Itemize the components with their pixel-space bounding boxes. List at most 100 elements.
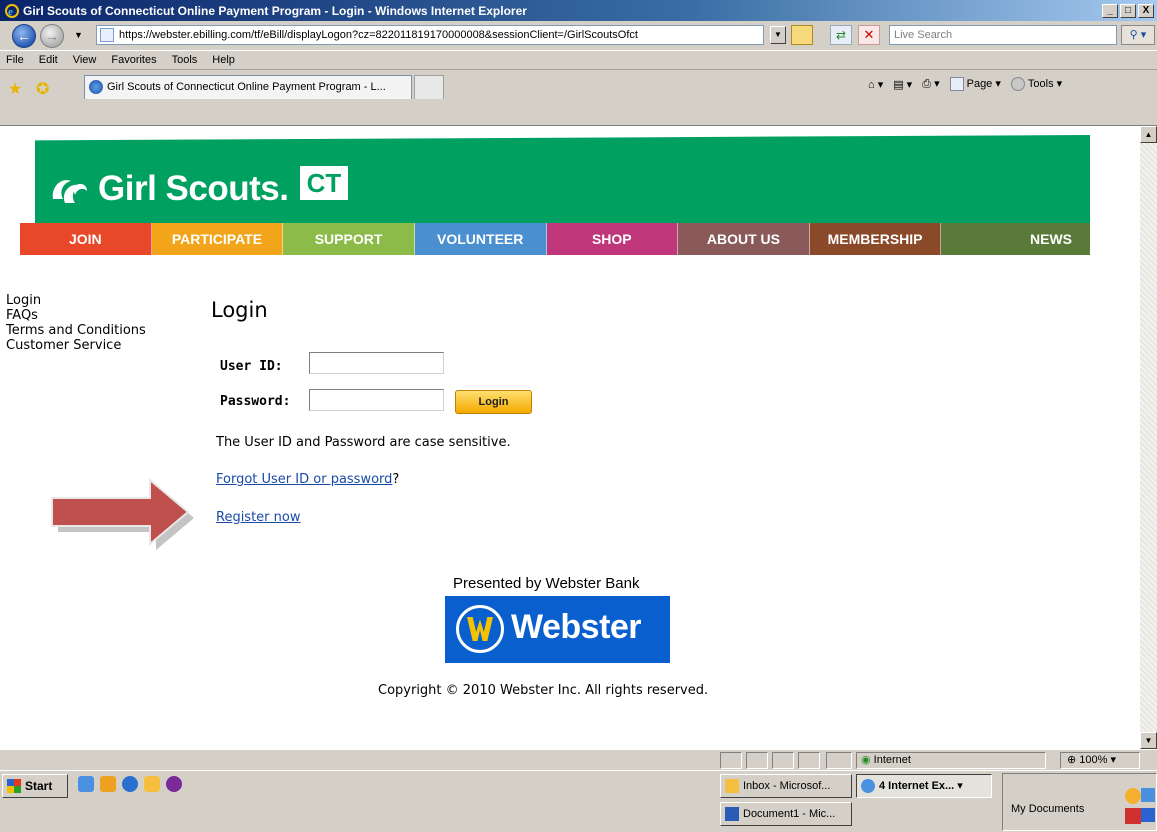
quicklaunch-yahoo-icon[interactable] — [166, 776, 182, 792]
quicklaunch-clock-icon[interactable] — [100, 776, 116, 792]
quicklaunch-outlook-icon[interactable] — [144, 776, 160, 792]
forgot-credentials: Forgot User ID or password? — [216, 472, 400, 487]
gear-icon — [1010, 77, 1025, 92]
tray-icon-2[interactable] — [1141, 788, 1155, 802]
nav-support[interactable]: SUPPORT — [283, 223, 415, 255]
webster-logo: Webster — [445, 596, 670, 663]
page-title: Login — [211, 298, 268, 322]
nav-shop[interactable]: SHOP — [546, 223, 679, 255]
quicklaunch-ie-icon[interactable] — [78, 776, 94, 792]
task-document1[interactable]: Document1 - Mic... — [720, 802, 852, 826]
security-zone[interactable]: ◉ Internet — [856, 752, 1046, 769]
menu-tools[interactable]: Tools — [172, 54, 198, 66]
user-id-label: User ID: — [220, 359, 283, 374]
task-internet-explorer[interactable]: 4 Internet Ex... ▾ — [856, 774, 992, 798]
forgot-credentials-link[interactable]: Forgot User ID or password — [216, 472, 392, 487]
address-dropdown-icon[interactable]: ▼ — [770, 26, 786, 44]
forward-arrow-icon: → — [45, 28, 59, 44]
status-segment — [772, 752, 794, 769]
taskbar: Start Inbox - Microsof... 4 Internet Ex.… — [0, 770, 1157, 832]
address-text: https://webster.ebilling.com/tf/eBill/di… — [119, 29, 638, 41]
windows-flag-icon — [7, 779, 21, 793]
webster-w-icon — [456, 605, 504, 653]
window-title: Girl Scouts of Connecticut Online Paymen… — [23, 3, 527, 18]
svg-text:e: e — [8, 6, 13, 18]
maximize-button[interactable]: □ — [1120, 3, 1136, 18]
tray-icon-3[interactable] — [1125, 808, 1141, 824]
tray-icon-4[interactable] — [1141, 808, 1155, 822]
sidebar-link-terms[interactable]: Terms and Conditions — [6, 323, 146, 338]
start-button[interactable]: Start — [2, 774, 68, 798]
back-button[interactable]: ← — [12, 24, 36, 48]
live-search-input[interactable]: Live Search — [889, 25, 1117, 45]
scroll-down-icon[interactable]: ▼ — [1140, 732, 1157, 749]
scroll-up-icon[interactable]: ▲ — [1140, 126, 1157, 143]
girl-scouts-trefoil-icon — [47, 169, 91, 209]
my-documents-label[interactable]: My Documents — [1011, 803, 1084, 815]
status-segment — [720, 752, 742, 769]
brand-logo-text: Girl Scouts. — [98, 169, 289, 208]
status-bar: ◉ Internet ⊕ 100% ▾ — [0, 749, 1157, 770]
nav-about-us[interactable]: ABOUT US — [678, 223, 810, 255]
globe-icon: ◉ — [861, 754, 871, 766]
sidebar-links: Login FAQs Terms and Conditions Customer… — [6, 293, 146, 353]
zoom-level[interactable]: ⊕ 100% ▾ — [1060, 752, 1140, 769]
zoom-icon: ⊕ — [1067, 754, 1077, 766]
sidebar-link-login[interactable]: Login — [6, 293, 146, 308]
vertical-scrollbar[interactable]: ▲ ▼ — [1140, 126, 1157, 749]
sidebar-link-customer-service[interactable]: Customer Service — [6, 338, 146, 353]
sidebar-link-faqs[interactable]: FAQs — [6, 308, 146, 323]
close-button[interactable]: X — [1138, 3, 1154, 18]
search-icon[interactable]: ⚲ ▾ — [1121, 25, 1155, 45]
brand-ct-badge: CT — [300, 166, 348, 200]
new-tab-button[interactable] — [414, 75, 444, 99]
page-menu[interactable]: Page ▾ — [949, 77, 1001, 92]
red-arrow-annotation — [40, 466, 200, 556]
history-dropdown-icon[interactable]: ▼ — [74, 30, 83, 40]
add-favorite-icon[interactable]: ✪ — [36, 79, 49, 99]
favorites-star-icon[interactable]: ★ — [8, 79, 22, 99]
stop-icon[interactable]: ✕ — [858, 25, 880, 45]
register-now-link[interactable]: Register now — [216, 510, 300, 525]
quick-launch — [78, 776, 182, 792]
nav-volunteer[interactable]: VOLUNTEER — [414, 223, 547, 255]
forward-button[interactable]: → — [40, 24, 64, 48]
window-titlebar[interactable]: e Girl Scouts of Connecticut Online Paym… — [0, 0, 1157, 21]
print-icon[interactable]: ⎙ ▾ — [922, 77, 939, 91]
tools-menu[interactable]: Tools ▾ — [1010, 77, 1062, 92]
home-icon[interactable]: ⌂ ▾ — [868, 78, 883, 91]
ie-icon: e — [4, 3, 20, 19]
password-label: Password: — [220, 394, 291, 409]
back-arrow-icon: ← — [17, 28, 31, 44]
login-button[interactable]: Login — [455, 390, 532, 414]
minimize-button[interactable]: _ — [1102, 3, 1118, 18]
refresh-icon[interactable]: ⇄ — [830, 25, 852, 45]
menu-view[interactable]: View — [73, 54, 97, 66]
address-bar[interactable]: https://webster.ebilling.com/tf/eBill/di… — [96, 25, 764, 45]
address-toolbar: ← → ▼ https://webster.ebilling.com/tf/eB… — [0, 21, 1157, 50]
lock-icon[interactable] — [791, 25, 813, 45]
status-segment — [826, 752, 852, 769]
case-sensitive-note: The User ID and Password are case sensit… — [216, 435, 511, 450]
menu-edit[interactable]: Edit — [39, 54, 58, 66]
password-input[interactable] — [309, 389, 444, 411]
user-id-input[interactable] — [309, 352, 444, 374]
tab-active[interactable]: Girl Scouts of Connecticut Online Paymen… — [84, 75, 412, 99]
ie-tab-icon — [89, 80, 103, 94]
word-icon — [725, 807, 739, 821]
menu-bar: File Edit View Favorites Tools Help — [0, 50, 1157, 70]
nav-join[interactable]: JOIN — [20, 223, 152, 255]
system-tray: My Documents — [1002, 773, 1157, 831]
task-inbox[interactable]: Inbox - Microsof... — [720, 774, 852, 798]
tray-icon-1[interactable] — [1125, 788, 1141, 804]
menu-favorites[interactable]: Favorites — [111, 54, 156, 66]
feeds-icon[interactable]: ▤ ▾ — [893, 78, 912, 91]
nav-participate[interactable]: PARTICIPATE — [151, 223, 284, 255]
menu-file[interactable]: File — [6, 54, 24, 66]
site-nav: JOIN PARTICIPATE SUPPORT VOLUNTEER SHOP … — [20, 223, 1090, 255]
menu-help[interactable]: Help — [212, 54, 235, 66]
nav-news[interactable]: NEWS — [941, 223, 1090, 255]
nav-membership[interactable]: MEMBERSHIP — [809, 223, 942, 255]
quicklaunch-browser-icon[interactable] — [122, 776, 138, 792]
presented-by-text: Presented by Webster Bank — [453, 575, 640, 592]
